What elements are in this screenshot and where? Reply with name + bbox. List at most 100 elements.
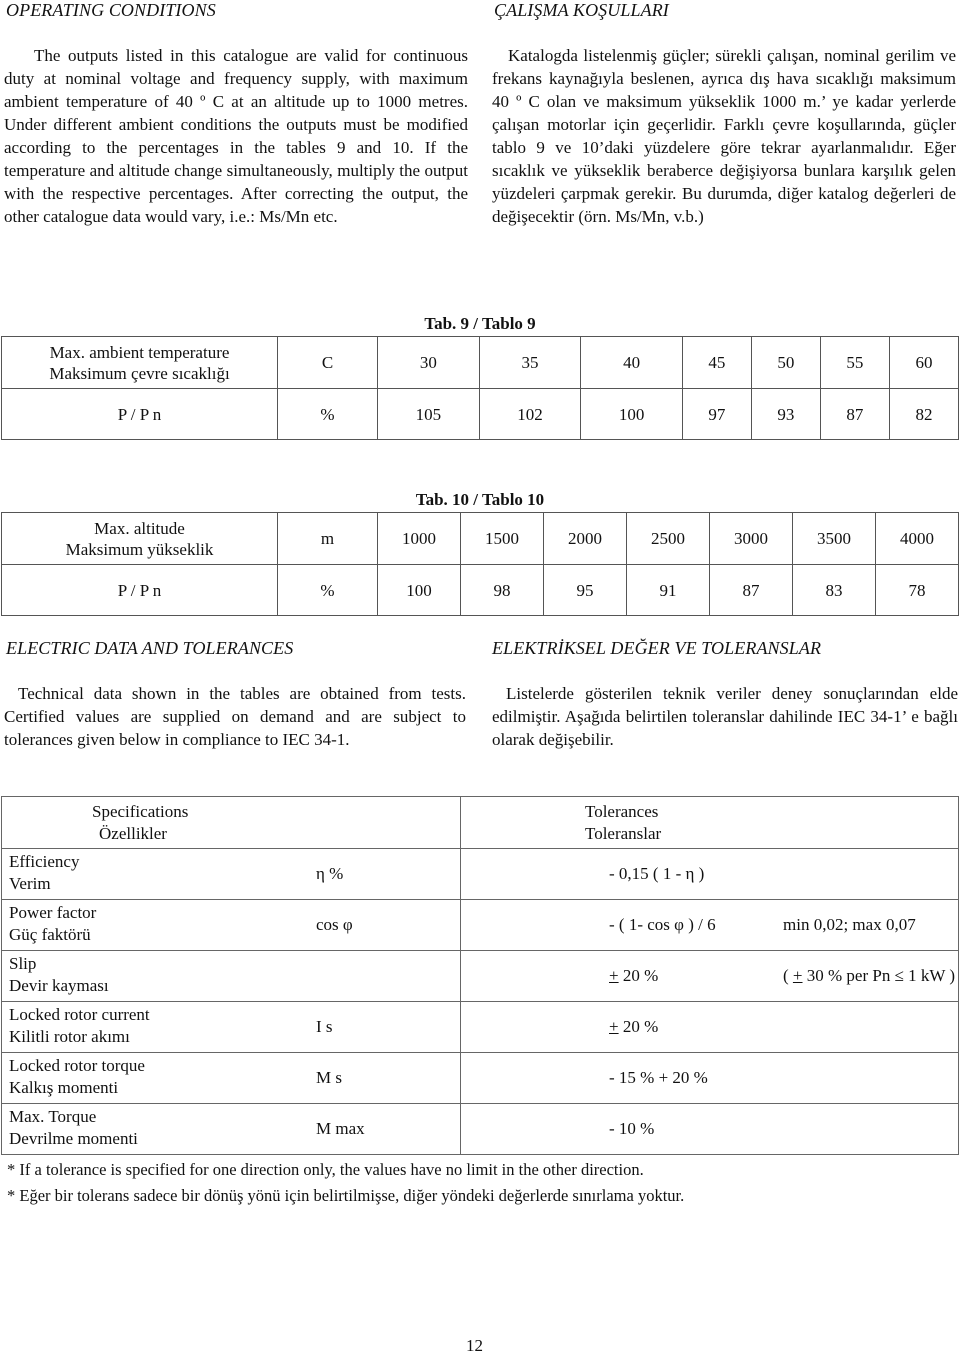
tolerance-value: - 0,15 ( 1 - η ): [609, 863, 704, 885]
spec-label-en: Locked rotor current: [9, 1005, 150, 1024]
spec-label-tr: Devir kayması: [9, 976, 109, 995]
tolerance-row: Locked rotor current Kilitli rotor akımı I…: [1, 1001, 959, 1053]
tolerance-table: Specifications Özellikler Tolerances Tol…: [1, 796, 959, 1155]
table10-cell: 2500: [626, 512, 710, 565]
table10-row-power: P / P n % 100 98 95 91 87 83 78: [1, 564, 959, 616]
table10-row2-label: P / P n: [1, 564, 278, 616]
tolerance-extra: ( + 30 % per Pn ≤ 1 kW ): [783, 965, 955, 987]
table9-caption: Tab. 9 / Tablo 9: [424, 314, 536, 333]
tolerance-value: - 15 % + 20 %: [609, 1067, 708, 1089]
table9-cell: 35: [478, 336, 582, 389]
tolerance-cell: - 0,15 ( 1 - η ): [460, 848, 959, 900]
tolerance-cell: + 20 %: [460, 1001, 959, 1053]
table10: Max. altitude Maksimum yükseklik m 1000 …: [1, 512, 959, 616]
table9-cell: 100: [580, 388, 683, 440]
table10-row1-label-tr: Maksimum yükseklik: [65, 539, 214, 559]
tolerance-text: - 10 %: [609, 1119, 655, 1138]
spec-cell: Locked rotor current Kilitli rotor akımı I…: [1, 1001, 461, 1053]
electric-data-paragraph-tr: Listelerde gösterilen teknik veriler den…: [492, 684, 958, 749]
table9-row1-unit: C: [277, 336, 378, 389]
header-specifications: Specifications Özellikler: [1, 796, 461, 849]
tolerance-text: - 15 % + 20 %: [609, 1068, 708, 1087]
header-spec-en: Specifications: [92, 801, 189, 821]
table10-cell: 95: [543, 564, 627, 616]
table9-cell: 105: [377, 388, 480, 440]
table10-cell: 91: [626, 564, 710, 616]
tolerance-value: + 20 %: [609, 1016, 658, 1038]
spec-cell: Efficiency Verim η %: [1, 848, 461, 900]
spec-label: Max. Torque Devrilme momenti: [9, 1106, 138, 1150]
table10-cell: 3000: [709, 512, 793, 565]
table9-row-temperature: Max. ambient temperature Maksimum çevre …: [1, 336, 960, 389]
table10-cell: 2000: [543, 512, 627, 565]
tolerance-extra-text: 30 % per Pn ≤ 1 kW ): [802, 966, 956, 985]
spec-cell: Locked rotor torque Kalkış momenti M s: [1, 1052, 461, 1104]
table10-cell: 4000: [875, 512, 959, 565]
note-en: * If a tolerance is specified for one di…: [7, 1160, 644, 1179]
table9-cell: 102: [478, 388, 582, 440]
tolerance-text: 20 %: [618, 966, 659, 985]
table10-cell: 78: [875, 564, 959, 616]
table9-cell: 60: [888, 336, 960, 389]
tolerance-row: Max. Torque Devrilme momenti M max - 10 %: [1, 1103, 959, 1155]
spec-cell: Power factor Güç faktörü cos φ: [1, 899, 461, 951]
table9-cell: 40: [580, 336, 683, 389]
table10-cell: 1500: [460, 512, 544, 565]
tolerance-value: - 10 %: [609, 1118, 654, 1140]
table10-cell: 87: [709, 564, 793, 616]
spec-label-en: Power factor: [9, 903, 97, 922]
table9-row1-label-tr: Maksimum çevre sıcaklığı: [49, 363, 230, 383]
table9-cell: 55: [819, 336, 890, 389]
tolerance-row: Power factor Güç faktörü cos φ - ( 1- cos φ…: [1, 899, 959, 951]
electric-data-heading-en: ELECTRIC DATA AND TOLERANCES: [6, 638, 294, 658]
tolerance-cell: - 10 %: [460, 1103, 959, 1155]
plus-minus-sign: +: [609, 966, 619, 985]
spec-label-en: Locked rotor torque: [9, 1056, 145, 1075]
tolerance-header-row: Specifications Özellikler Tolerances Tol…: [1, 796, 959, 849]
spec-symbol: M s: [316, 1068, 342, 1087]
tolerance-extra-text: min 0,02; max 0,07: [783, 915, 916, 934]
tolerance-row: Locked rotor torque Kalkış momenti M s - 15…: [1, 1052, 959, 1104]
table9-cell: 97: [681, 388, 752, 440]
table10-row1-label: Max. altitude Maksimum yükseklik: [1, 512, 278, 565]
table10-cell: 98: [460, 564, 544, 616]
plus-minus-sign: +: [609, 1017, 619, 1036]
table9-row-power: P / P n % 105 102 100 97 93 87 82: [1, 388, 960, 440]
spec-cell: Max. Torque Devrilme momenti M max: [1, 1103, 461, 1155]
tolerance-cell: - 15 % + 20 %: [460, 1052, 959, 1104]
spec-label-tr: Kalkış momenti: [9, 1078, 119, 1097]
spec-cell: Slip Devir kayması: [1, 950, 461, 1002]
tolerance-row: Efficiency Verim η % - 0,15 ( 1 - η ): [1, 848, 959, 900]
tolerance-row: Slip Devir kayması + 20 % ( + 30 % per Pn ≤…: [1, 950, 959, 1002]
electric-data-paragraph-en: Technical data shown in the tables are o…: [4, 684, 466, 749]
table9-cell: 45: [681, 336, 752, 389]
spec-label: Slip Devir kayması: [9, 953, 109, 997]
page-number: 12: [466, 1336, 483, 1355]
tolerance-cell: - ( 1- cos φ ) / 6 min 0,02; max 0,07: [460, 899, 959, 951]
operating-conditions-paragraph-tr: Katalogda listelenmiş güçler; sürekli ça…: [492, 46, 956, 226]
table10-row1-label-en: Max. altitude: [94, 518, 185, 538]
spec-symbol: I s: [316, 1017, 333, 1036]
spec-label: Power factor Güç faktörü: [9, 902, 96, 946]
table10-row1-unit: m: [277, 512, 378, 565]
table10-cell: 100: [377, 564, 461, 616]
table9-cell: 87: [819, 388, 890, 440]
spec-label: Locked rotor current Kilitli rotor akımı: [9, 1004, 150, 1048]
spec-symbol: cos φ: [316, 915, 353, 934]
spec-label-tr: Devrilme momenti: [9, 1129, 138, 1148]
header-tol-en: Tolerances: [585, 801, 659, 821]
table9: Max. ambient temperature Maksimum çevre …: [1, 336, 960, 440]
tolerance-extra-prefix: (: [783, 966, 793, 985]
header-tol-tr: Toleranslar: [585, 823, 662, 843]
spec-label-en: Slip: [9, 954, 37, 973]
spec-label-en: Efficiency: [9, 852, 80, 871]
table9-row2-label: P / P n: [1, 388, 278, 440]
table9-cell: 30: [377, 336, 480, 389]
operating-conditions-heading-en: OPERATING CONDITIONS: [6, 0, 216, 20]
spec-symbol: M max: [316, 1119, 365, 1138]
tolerance-extra: min 0,02; max 0,07: [783, 914, 916, 936]
tolerance-rows: Efficiency Verim η % - 0,15 ( 1 - η ) Power …: [1, 848, 959, 1155]
operating-conditions-heading-tr: ÇALIŞMA KOŞULLARI: [494, 0, 669, 20]
tolerance-text: 20 %: [618, 1017, 659, 1036]
plus-minus-sign: +: [792, 966, 803, 985]
